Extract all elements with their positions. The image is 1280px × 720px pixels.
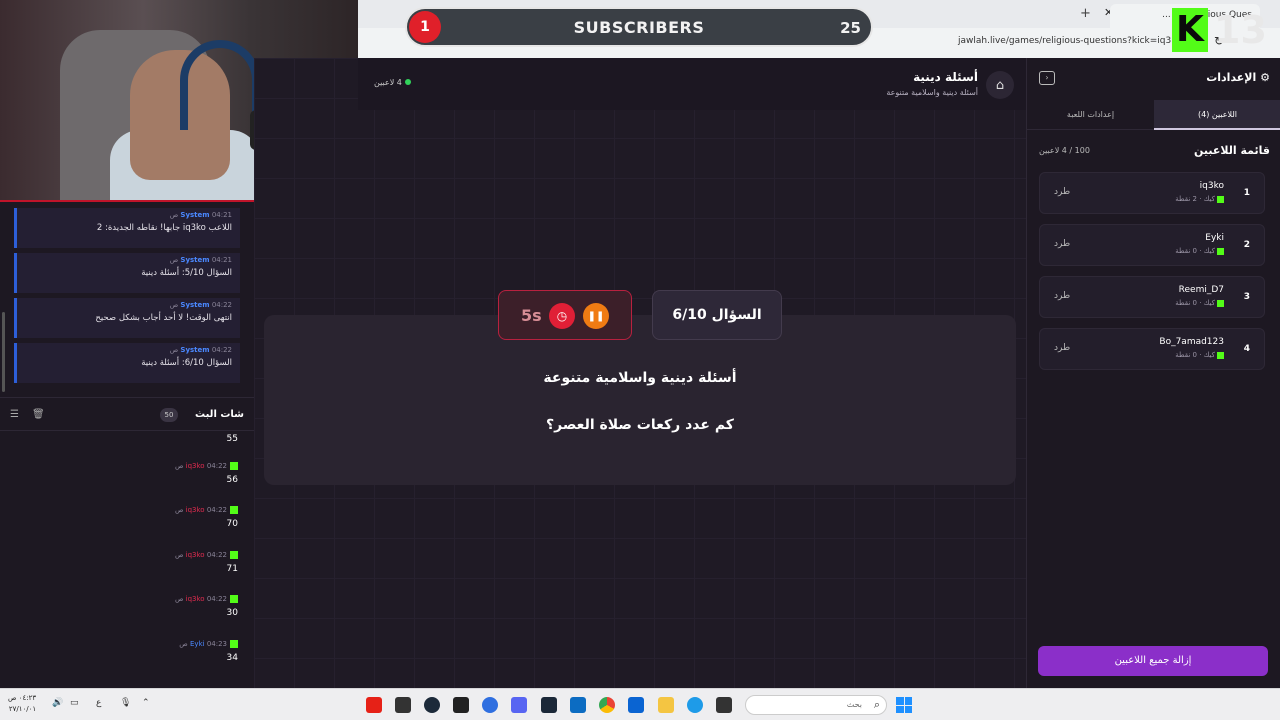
- windows-start-icon[interactable]: [896, 697, 912, 713]
- youtube-icon[interactable]: [366, 697, 382, 713]
- chat-message: iq3ko 04:22 ص 70: [174, 506, 238, 529]
- taskbar-search[interactable]: بحث ⌕: [745, 695, 887, 715]
- sidebar-tabs: اللاعبين (4) إعدادات اللعبة: [1027, 100, 1280, 130]
- network-icon[interactable]: ▭: [70, 698, 79, 708]
- stream-chat-panel: System 04:21 ص اللاعب iq3ko جابها! نقاطه…: [0, 202, 254, 688]
- edge-icon[interactable]: [687, 697, 703, 713]
- player-row: 2 Eyki كيك · 0 نقطة طرد: [1039, 224, 1265, 266]
- trash-icon[interactable]: 🗑: [32, 409, 45, 420]
- obs-icon[interactable]: [424, 697, 440, 713]
- chrome-icon[interactable]: [599, 697, 615, 713]
- kick-badge-icon: [230, 640, 238, 648]
- chat-header: شات البث 50 🗑 ☰: [0, 397, 254, 431]
- kick-count: 13: [1214, 8, 1267, 52]
- new-tab-button[interactable]: +: [1080, 6, 1091, 21]
- question-card: أسئلة دينية واسلامية متنوعة كم عدد ركعات…: [264, 315, 1016, 485]
- epic-games-icon[interactable]: [453, 697, 469, 713]
- kick-logo-icon: K: [1172, 8, 1208, 52]
- player-row: 1 iq3ko كيك · 2 نقطة طرد: [1039, 172, 1265, 214]
- kick-player-button[interactable]: طرد: [1054, 187, 1070, 197]
- steam-icon[interactable]: [541, 697, 557, 713]
- game-subtitle: أسئلة دينية واسلامية متنوعة: [886, 88, 978, 97]
- chat-count-badge: 50: [160, 408, 178, 422]
- kick-badge-icon: [230, 595, 238, 603]
- microphone-icon[interactable]: 🎙: [120, 698, 131, 708]
- players-count: 100 / 4 لاعبين: [1039, 146, 1090, 155]
- settings-sidebar: › ⚙ الإعدادات اللاعبين (4) إعدادات اللعب…: [1026, 58, 1280, 688]
- subscriber-label: SUBSCRIBERS: [573, 18, 705, 37]
- tab-game-settings[interactable]: إعدادات اللعبة: [1027, 100, 1154, 130]
- timer-box: 5s ◷ ❚❚: [498, 290, 632, 340]
- remove-all-players-button[interactable]: إزالة جميع اللاعبين: [1038, 646, 1268, 676]
- home-icon: ⌂: [995, 77, 1005, 93]
- chat-title: شات البث: [195, 409, 244, 420]
- collapse-sidebar-icon[interactable]: ›: [1039, 71, 1055, 85]
- pause-button[interactable]: ❚❚: [583, 303, 609, 329]
- search-icon: ⌕: [873, 698, 880, 711]
- language-indicator[interactable]: ع: [96, 698, 101, 708]
- player-row: 4 Bo_7amad123 كيك · 0 نقطة طرد: [1039, 328, 1265, 370]
- game-header: 4 لاعبين ⌂ أسئلة دينية أسئلة دينية واسلا…: [358, 58, 1026, 110]
- chat-message: Eyki 04:23 ص 34: [179, 640, 238, 663]
- tab-players[interactable]: اللاعبين (4): [1154, 100, 1280, 130]
- sidebar-title: ⚙ الإعدادات: [1206, 71, 1270, 84]
- question-number: السؤال 6/10: [652, 290, 782, 340]
- question-text: كم عدد ركعات صلاة العصر؟: [546, 417, 734, 433]
- subscriber-goal-bar: 1 SUBSCRIBERS 25: [405, 7, 873, 47]
- outlook-icon[interactable]: [628, 697, 644, 713]
- kick-badge-icon: [1217, 247, 1224, 255]
- system-message: System 04:22 ص انتهى الوقت! لا أحد أجاب …: [14, 298, 240, 338]
- kick-badge-icon: [1217, 195, 1224, 203]
- chat-message: iq3ko 04:22 ص 56: [174, 462, 238, 485]
- home-button[interactable]: ⌂: [986, 71, 1014, 99]
- system-message: System 04:21 ص السؤال 5/10: أسئلة دينية: [14, 253, 240, 293]
- kick-player-button[interactable]: طرد: [1054, 343, 1070, 353]
- timer-seconds: 5s: [521, 306, 542, 325]
- players-list-title: قائمة اللاعبين: [1194, 144, 1270, 157]
- chat-message: iq3ko 04:22 ص 71: [174, 551, 238, 574]
- game-title: أسئلة دينية: [913, 70, 978, 84]
- subscriber-goal: 25: [840, 19, 861, 37]
- players-online: 4 لاعبين: [374, 78, 411, 87]
- speedometer-icon[interactable]: [395, 697, 411, 713]
- kick-badge-icon: [230, 506, 238, 514]
- tray-expand-icon[interactable]: ⌃: [142, 698, 150, 708]
- clock-icon: ◷: [549, 303, 575, 329]
- kick-badge-icon: [1217, 299, 1224, 307]
- volume-icon[interactable]: 🔊: [52, 698, 63, 708]
- kick-badge-icon: [230, 551, 238, 559]
- kick-counter: K 13: [1168, 6, 1278, 52]
- file-explorer-icon[interactable]: [658, 697, 674, 713]
- system-message: System 04:22 ص السؤال 6/10: أسئلة دينية: [14, 343, 240, 383]
- kick-player-button[interactable]: طرد: [1054, 291, 1070, 301]
- app-icon[interactable]: [482, 697, 498, 713]
- discord-icon[interactable]: [511, 697, 527, 713]
- online-dot-icon: [404, 79, 411, 85]
- kick-player-button[interactable]: طرد: [1054, 239, 1070, 249]
- address-bar[interactable]: jawlah.live/games/religious-questions?ki…: [958, 36, 1182, 46]
- question-category: أسئلة دينية واسلامية متنوعة: [543, 370, 737, 386]
- system-message: System 04:21 ص اللاعب iq3ko جابها! نقاطه…: [14, 208, 240, 248]
- kick-badge-icon: [1217, 351, 1224, 359]
- store-icon[interactable]: [570, 697, 586, 713]
- gear-icon: ⚙: [1260, 71, 1270, 84]
- kick-badge-icon: [230, 462, 238, 470]
- taskbar: ٠٤:٢٣ ص ٢٧/١٠/٠١ 🔊 ▭ ع 🎙 ⌃ بحث ⌕: [0, 688, 1280, 720]
- taskbar-clock[interactable]: ٠٤:٢٣ ص ٢٧/١٠/٠١: [8, 693, 36, 715]
- terminal-icon[interactable]: [716, 697, 732, 713]
- player-row: 3 Reemi_D7 كيك · 0 نقطة طرد: [1039, 276, 1265, 318]
- chat-scrollbar[interactable]: [2, 312, 5, 392]
- chat-message: iq3ko 04:22 ص 30: [174, 595, 238, 618]
- menu-icon[interactable]: ☰: [10, 409, 19, 420]
- chat-message: 55: [226, 434, 238, 444]
